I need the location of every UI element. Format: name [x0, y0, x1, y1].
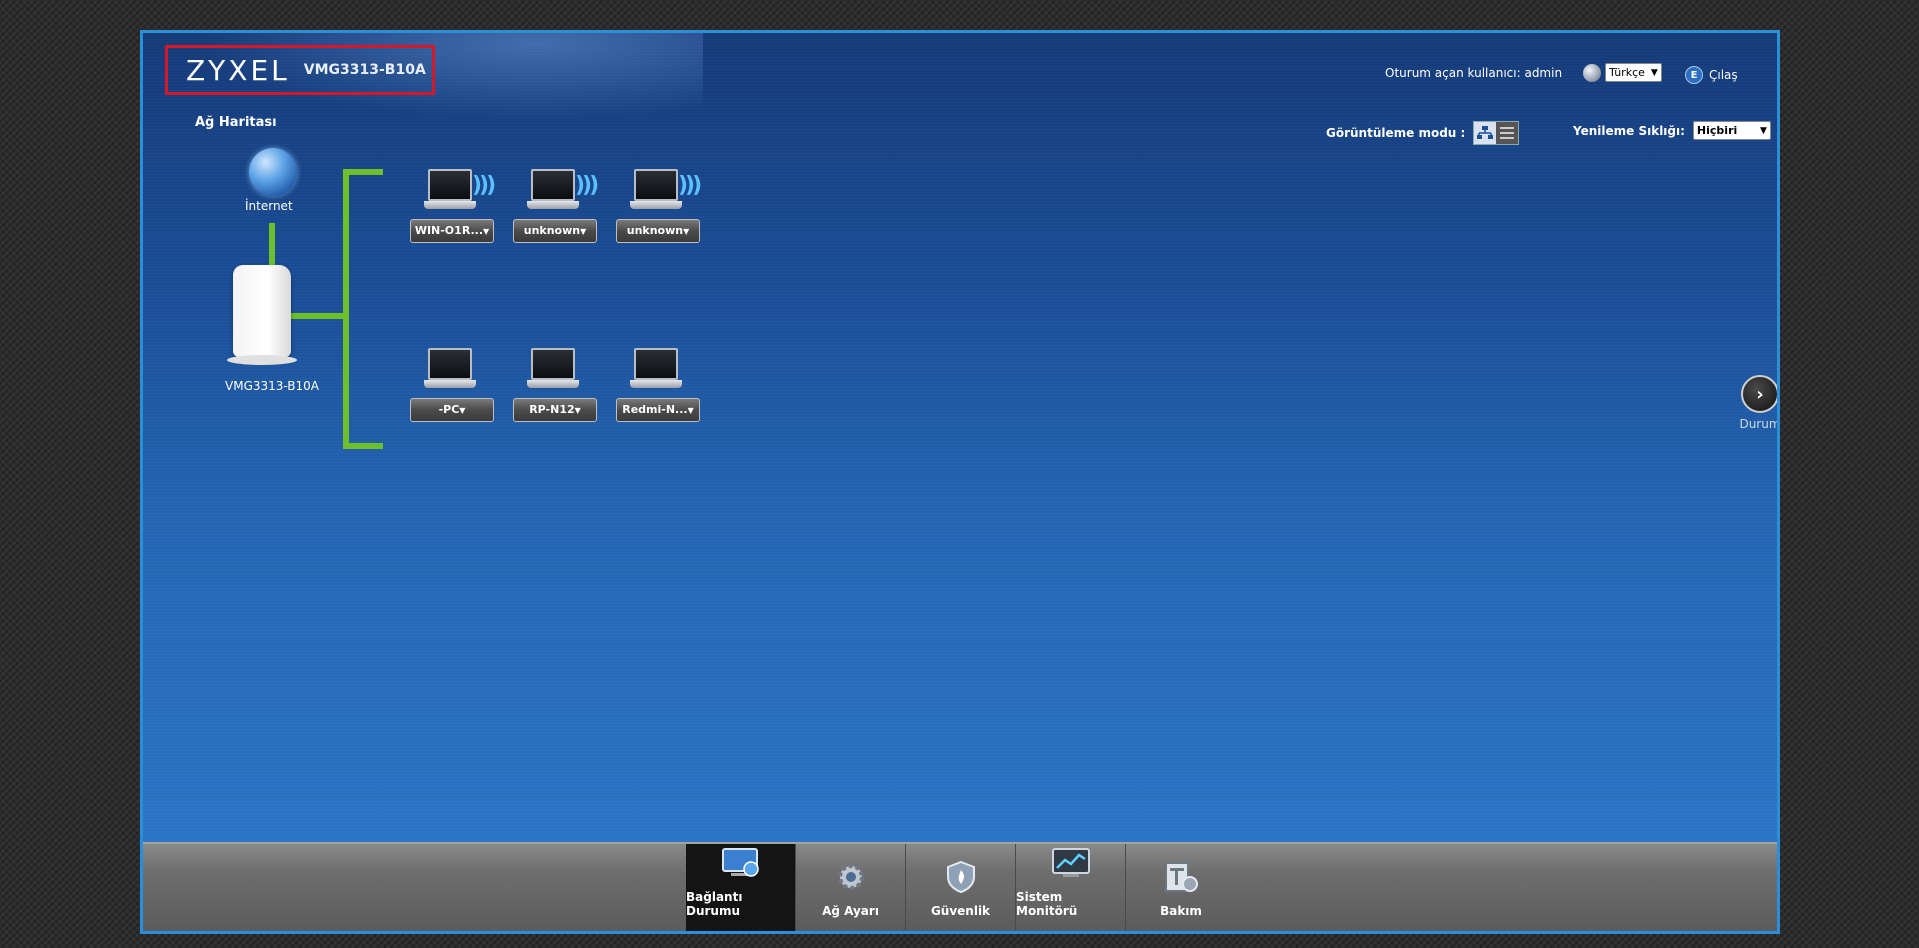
chevron-right-icon: ›: [1741, 375, 1777, 413]
language-area: Türkçe ▼: [1583, 63, 1662, 82]
device-button[interactable]: Redmi-N...▼: [616, 398, 700, 422]
shield-icon: [941, 860, 981, 894]
bottom-nav-bar: Bağlantı Durumu Ağ Ayarı Güvenlik Sistem…: [143, 842, 1777, 931]
chevron-down-icon: ▼: [1650, 67, 1658, 78]
laptop-icon: [527, 348, 579, 392]
page-title: Ağ Haritası: [195, 115, 277, 130]
connection-status-icon: [721, 846, 761, 880]
language-select[interactable]: Türkçe ▼: [1605, 63, 1662, 82]
logged-in-text: Oturum açan kullanıcı: admin: [1385, 66, 1563, 80]
device-button[interactable]: unknown▼: [513, 219, 597, 243]
internet-globe-icon[interactable]: [249, 148, 297, 196]
internet-link: [269, 223, 275, 268]
internet-label: İnternet: [245, 199, 293, 213]
device-wireless-3: ))) unknown▼: [616, 169, 702, 243]
nav-label: Sistem Monitörü: [1016, 890, 1078, 918]
router-icon[interactable]: [227, 265, 297, 365]
refresh-value: Hiçbiri: [1696, 124, 1738, 137]
view-mode-toggle: [1473, 121, 1520, 145]
device-button[interactable]: -PC▼: [410, 398, 494, 422]
device-button[interactable]: unknown▼: [616, 219, 700, 243]
wifi-icon: ))): [472, 173, 496, 198]
wifi-icon: ))): [678, 173, 702, 198]
refresh-select[interactable]: Hiçbiri ▼: [1692, 121, 1771, 140]
device-wireless-1: ))) WIN-O1R...▼: [410, 169, 496, 243]
laptop-icon: ))): [424, 169, 496, 213]
laptop-icon: ))): [527, 169, 599, 213]
device-button[interactable]: RP-N12▼: [513, 398, 597, 422]
device-wired-3: Redmi-N...▼: [616, 348, 700, 422]
device-wired-1: -PC▼: [410, 348, 494, 422]
monitor-chart-icon: [1051, 846, 1091, 880]
laptop-icon: [424, 348, 476, 392]
nav-security[interactable]: Güvenlik: [906, 844, 1016, 931]
device-button[interactable]: WIN-O1R...▼: [410, 219, 494, 243]
router-link: [291, 313, 349, 319]
refresh-control: Yenileme Sıklığı: Hiçbiri ▼: [1573, 121, 1771, 140]
wifi-icon: ))): [575, 173, 599, 198]
wired-branch: [343, 443, 383, 449]
nav-label: Güvenlik: [930, 904, 991, 918]
globe-icon: [1583, 63, 1601, 82]
gear-icon: [831, 860, 871, 894]
laptop-icon: [630, 348, 682, 392]
list-view-icon[interactable]: [1496, 122, 1519, 144]
refresh-label: Yenileme Sıklığı:: [1573, 123, 1685, 138]
nav-system-monitor[interactable]: Sistem Monitörü: [1016, 844, 1126, 931]
chevron-down-icon: ▼: [1760, 125, 1767, 136]
wireless-branch: [343, 169, 383, 175]
nav-maintenance[interactable]: Bakım: [1126, 844, 1236, 931]
logout-icon: E: [1685, 66, 1703, 84]
nav-label: Ağ Ayarı: [822, 904, 879, 918]
main-nav: Bağlantı Durumu Ağ Ayarı Güvenlik Sistem…: [686, 844, 1236, 931]
laptop-icon: ))): [630, 169, 702, 213]
logo-box: ZYXEL VMG3313-B10A: [165, 45, 435, 95]
user-info: Oturum açan kullanıcı: admin: [1385, 66, 1562, 80]
brand-logo: ZYXEL: [186, 53, 290, 87]
topology-view-icon[interactable]: [1474, 122, 1497, 144]
view-mode: Görüntüleme modu :: [1326, 121, 1520, 145]
nav-label: Bağlantı Durumu: [686, 890, 743, 918]
router-label: VMG3313-B10A: [225, 379, 320, 393]
trunk-line: [343, 169, 349, 449]
app-window: ZYXEL VMG3313-B10A Oturum açan kullanıcı…: [140, 30, 1780, 934]
nav-label: Bakım: [1160, 904, 1202, 918]
status-panel-toggle[interactable]: › Durum: [1735, 375, 1780, 431]
view-mode-label: Görüntüleme modu :: [1326, 126, 1466, 140]
status-label: Durum: [1739, 417, 1780, 431]
nav-connection-status[interactable]: Bağlantı Durumu: [686, 844, 796, 931]
device-wireless-2: ))) unknown▼: [513, 169, 599, 243]
maintenance-icon: [1161, 860, 1201, 894]
logout-link[interactable]: E Çılaş: [1685, 66, 1738, 84]
nav-network-settings[interactable]: Ağ Ayarı: [796, 844, 906, 931]
logout-label: Çılaş: [1709, 68, 1738, 82]
model-name: VMG3313-B10A: [303, 62, 426, 78]
device-wired-2: RP-N12▼: [513, 348, 597, 422]
language-value: Türkçe: [1609, 66, 1645, 79]
